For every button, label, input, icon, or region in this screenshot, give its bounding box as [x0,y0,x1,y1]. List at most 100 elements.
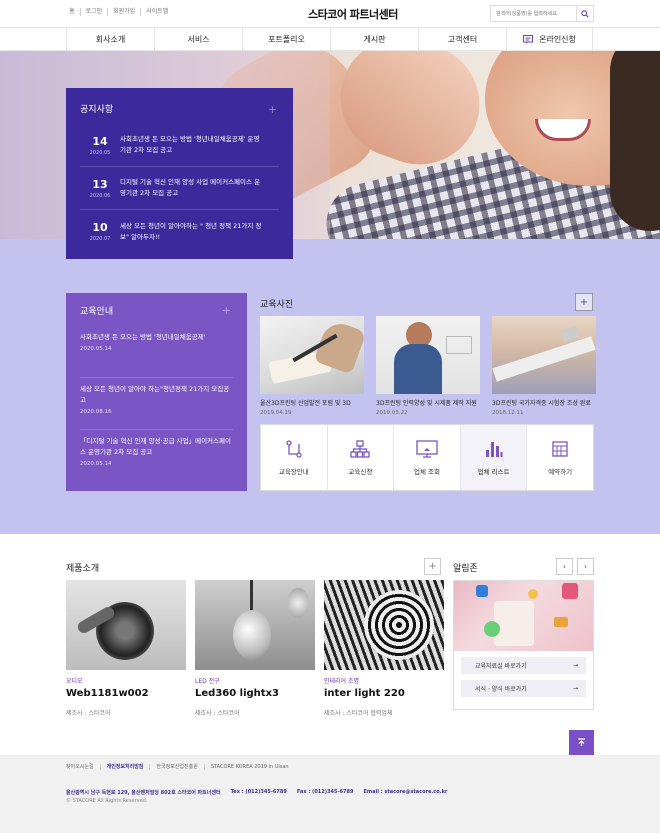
photo-date: 2019.04.19 [260,410,292,416]
footer-link-stacore[interactable]: STACORE KOREA 2019 in Ulsan [203,764,295,770]
quick-item-label: 교육신청 [348,467,373,476]
edu-item-date: 2020.05.14 [80,346,112,352]
quick-item-label: 예약하기 [548,467,573,476]
bar-chart-icon [485,441,503,457]
edu-title: 교육안내 [80,307,114,317]
footer-email: Email : stacore@stacore.co.kr [363,789,448,795]
quick-item-label: 교육장안내 [278,467,309,476]
notice-item[interactable]: 13 2020.06 디지털 기술 혁신 인재 양성 사업 메이커스페이스 운영기… [80,167,279,210]
photo-card[interactable]: 울산3D프린팅 산업발전 포럼 및 3D 2019.04.19 [260,316,364,416]
photo-card[interactable]: 3D프린팅 국가자격증 시험장 조성 완료 2018.12.11 [492,316,596,416]
edu-item[interactable]: 「디지털 기술 혁신 인재 양성·공급 사업」메이커스페이스 운영기관 2차 모… [80,430,233,482]
notice-item[interactable]: 10 2020.07 세상 모든 청년이 알아야하는 " 청년 정책 21가지 정… [80,210,279,253]
edu-panel: 교육안내 + 사회초년생 돈 모으는 방법 '청년내일채움공제' 2020.05.… [66,293,247,491]
alarm-zone: 교육자료실 바로가기 → 서식 · 양식 바로가기 → [453,580,594,710]
main-nav: 회사소개 서비스 포트폴리오 게시판 고객센터 온라인신청 [0,27,660,51]
nav-item-board[interactable]: 게시판 [330,28,418,50]
nav-item-company[interactable]: 회사소개 [66,28,154,50]
route-icon [286,439,302,458]
site-logo[interactable]: 스타코어 파트너센터 [308,6,398,22]
alarm-banner-image[interactable] [454,581,593,651]
quick-item-label: 업체 조회 [413,467,440,476]
products-more-plus-icon[interactable]: + [424,558,441,575]
alarm-prev-button[interactable]: ‹ [556,558,573,575]
alarm-next-button[interactable]: › [577,558,594,575]
notice-panel: 공지사항 + 14 2020.05 사회초년생 돈 모으는 방법 '청년내일채움공… [66,88,293,259]
product-category: LED 전구 [195,678,220,685]
arrow-right-icon: → [572,685,578,692]
nav-item-support[interactable]: 고객센터 [418,28,506,50]
notice-day: 14 [92,134,108,148]
edu-more-plus-icon[interactable]: + [222,304,231,317]
photos-title: 교육사진 [260,300,294,310]
util-login-link[interactable]: 로그인 [79,8,108,16]
photo-card[interactable]: 3D프린팅 인력양성 및 시제품 제작 지원 2019.03.22 [376,316,480,416]
nav-item-portfolio[interactable]: 포트폴리오 [242,28,330,50]
alarm-link-label: 서식 · 양식 바로가기 [475,686,527,693]
notice-month: 2020.06 [89,192,111,199]
search-box [490,5,594,22]
monitor-icon [416,439,438,458]
photo-thumbnail [260,316,364,394]
quick-item-edu-apply[interactable]: 교육신청 [326,425,394,490]
quick-item-label: 업체 리스트 [477,467,510,476]
alarm-link-resources[interactable]: 교육자료실 바로가기 → [461,657,586,674]
edu-item-date: 2020.08.16 [80,409,112,415]
quick-item-company-search[interactable]: 업체 조회 [393,425,460,490]
product-maker: 제조사 : 스타코어 [195,710,240,717]
notice-day: 13 [92,177,108,191]
edu-item-text: 사회초년생 돈 모으는 방법 '청년내일채움공제' [80,333,206,341]
product-list: 오디오 Web1181w002 제조사 : 스타코어 LED 전구 Led360… [66,580,444,717]
product-category: 인테리어 조명 [324,678,360,685]
quick-item-edu-place[interactable]: 교육장안내 [261,425,327,490]
product-card[interactable]: 오디오 Web1181w002 제조사 : 스타코어 [66,580,186,717]
product-category: 오디오 [66,678,83,685]
nav-item-service[interactable]: 서비스 [154,28,242,50]
chat-icon [523,34,534,44]
scroll-top-button[interactable] [569,730,594,755]
footer-tel: Tex : (012)345-6789 [230,789,287,795]
photo-date: 2019.03.22 [376,410,408,416]
photo-caption: 울산3D프린팅 산업발전 포럼 및 3D [260,400,351,407]
photos-more-plus-icon[interactable]: + [575,293,593,311]
quick-menu: 교육장안내 교육신청 업체 조회 업체 리스트 예약하기 [260,424,594,491]
arrow-up-icon [578,738,585,746]
notice-day: 10 [92,221,108,234]
utility-nav: 홈 로그인 회원가입 사이트맵 [66,8,173,16]
product-maker: 제조사 : 스타코어 [66,710,111,717]
footer: 찾아오시는길 개인정보처리방침 한국정보산업진흥원 STACORE KOREA … [0,755,660,833]
footer-link-privacy[interactable]: 개인정보처리방침 [99,764,150,770]
nav-item-online-apply[interactable]: 온라인신청 [506,28,593,50]
product-image [66,580,186,670]
alarm-link-label: 교육자료실 바로가기 [475,663,527,670]
quick-item-company-list[interactable]: 업체 리스트 [459,425,527,490]
notice-month: 2020.05 [89,149,111,156]
edu-item-text: 「디지털 기술 혁신 인재 양성·공급 사업」메이커스페이스 운영기관 2차 모… [80,437,231,456]
chevron-left-icon: ‹ [562,562,567,571]
util-join-link[interactable]: 회원가입 [107,8,140,16]
footer-link-kipa[interactable]: 한국정보산업진흥원 [149,764,203,770]
footer-link-location[interactable]: 찾아오시는길 [66,764,100,770]
search-button[interactable] [576,6,593,21]
quick-item-reserve[interactable]: 예약하기 [526,425,593,490]
search-input[interactable] [491,6,577,21]
footer-copyright: © STACORE All Rights Reserved. [66,798,148,804]
product-card[interactable]: 인테리어 조명 inter light 220 제조사 : 스타코어 협력업체 [324,580,444,717]
alarm-link-forms[interactable]: 서식 · 양식 바로가기 → [461,680,586,697]
notice-item[interactable]: 14 2020.05 사회초년생 돈 모으는 방법 '청년내일채움공제' 운영기관… [80,124,279,167]
footer-address-text: 울산광역시 남구 득현로 129, 울산벤처빌딩 802호 스타코어 파트너센터 [66,790,221,796]
footer-address: 울산광역시 남구 득현로 129, 울산벤처빌딩 802호 스타코어 파트너센터… [66,789,447,796]
notice-month: 2020.07 [89,236,111,242]
util-sitemap-link[interactable]: 사이트맵 [140,8,173,16]
footer-fax: Fax : (012)345-6789 [296,789,354,795]
edu-item[interactable]: 세상 모든 청년이 알아야 하는"청년정책 21가지 모집공고 2020.08.1… [80,378,233,430]
notice-more-plus-icon[interactable]: + [268,103,277,116]
products-title: 제품소개 [66,564,100,574]
edu-item[interactable]: 사회초년생 돈 모으는 방법 '청년내일채움공제' 2020.05.14 [80,326,233,378]
util-home-link[interactable]: 홈 [66,8,80,16]
product-image [195,580,315,670]
edu-item-text: 세상 모든 청년이 알아야 하는"청년정책 21가지 모집공고 [80,385,230,404]
notice-text: 디지털 기술 혁신 인재 양성 사업 메이커스페이스 운영기관 2차 모집 공고 [120,178,261,197]
search-icon [581,9,589,18]
product-card[interactable]: LED 전구 Led360 lightx3 제조사 : 스타코어 [195,580,315,717]
